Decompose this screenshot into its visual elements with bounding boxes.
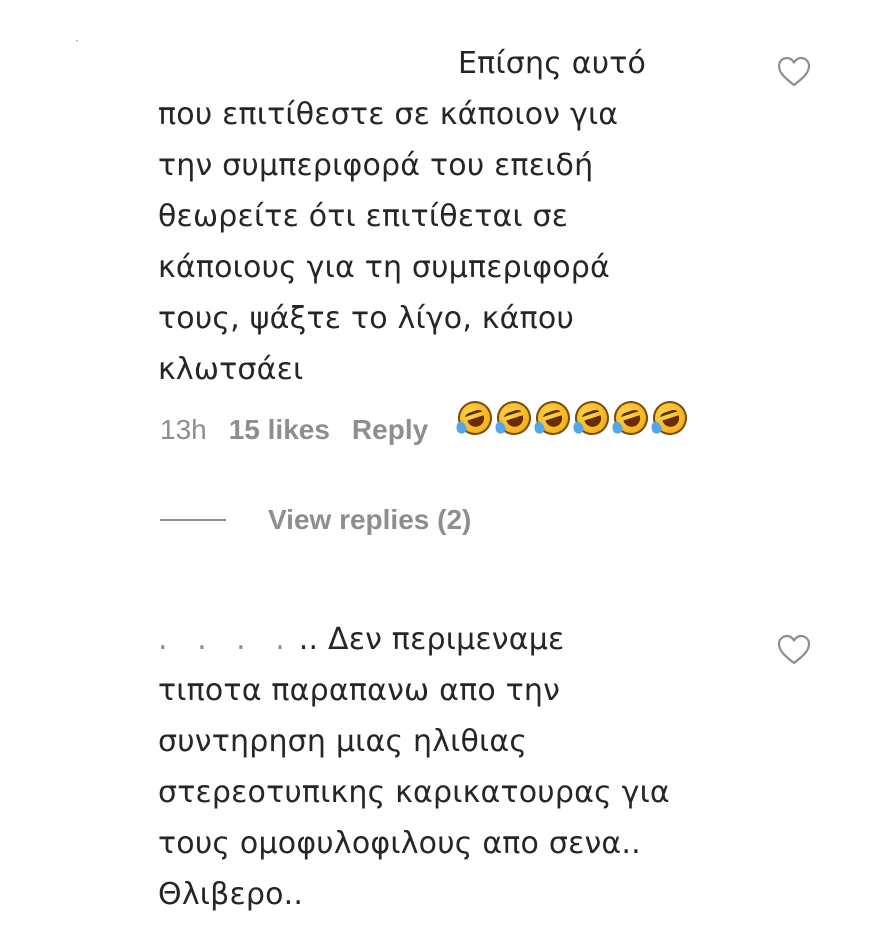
tear-drop-icon <box>454 420 468 435</box>
comment-1-meta: 13h 15 likes Reply <box>160 414 428 446</box>
rolling-on-floor-laughing-emoji <box>648 396 692 440</box>
heart-outline-icon[interactable] <box>776 634 812 666</box>
replies-divider-line <box>160 519 226 521</box>
tear-drop-icon <box>610 420 624 435</box>
rolling-on-floor-laughing-emoji <box>492 396 536 440</box>
view-replies-label[interactable]: View replies (2) <box>268 504 471 536</box>
heart-outline-icon[interactable] <box>776 56 812 88</box>
tear-drop-icon <box>649 420 663 435</box>
comment-timestamp: 13h <box>160 414 207 445</box>
redacted-username[interactable]: . . . . <box>158 614 295 665</box>
tear-drop-icon <box>493 420 507 435</box>
rolling-on-floor-laughing-emoji <box>570 396 614 440</box>
tear-drop-icon <box>532 420 546 435</box>
artifact-dot <box>76 40 78 42</box>
rolling-on-floor-laughing-emoji <box>609 396 653 440</box>
comment-2-text: .. Δεν περιμεναμε τιποτα παραπανω απο τη… <box>158 622 670 912</box>
reply-button[interactable]: Reply <box>352 414 428 446</box>
comment-2-body: . . . ... Δεν περιμεναμε τιποτα παραπανω… <box>158 614 758 920</box>
tear-drop-icon <box>571 420 585 435</box>
rolling-on-floor-laughing-emoji <box>531 396 575 440</box>
view-replies-button[interactable]: View replies (2) <box>160 504 471 536</box>
rolling-on-floor-laughing-emoji <box>453 396 497 440</box>
comment-1-body: Επίσης αυτό που επιτίθεστε σε κάποιον γι… <box>158 38 758 447</box>
comment-1-text: Επίσης αυτό που επιτίθεστε σε κάποιον γι… <box>158 46 647 387</box>
likes-count[interactable]: 15 likes <box>229 414 330 446</box>
